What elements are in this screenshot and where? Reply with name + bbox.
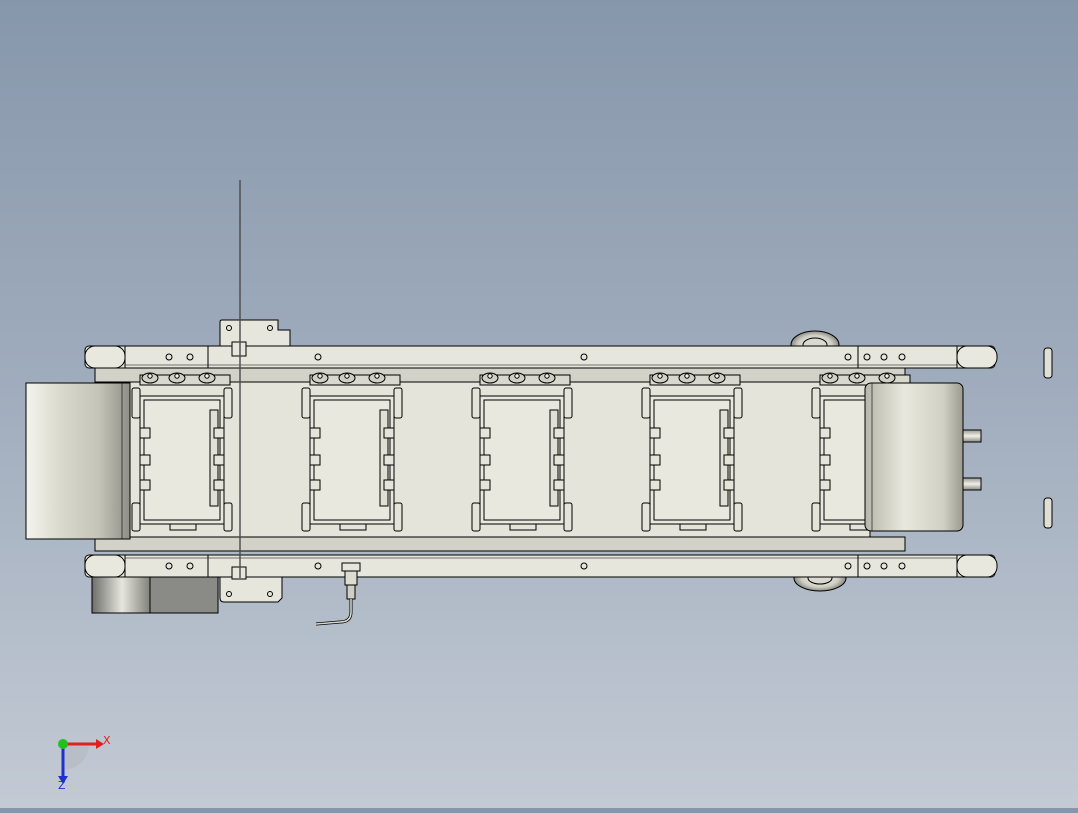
drive-motor: [91, 576, 219, 614]
pin-top: [1043, 347, 1053, 379]
frame-rail-bottom: [84, 554, 998, 578]
cad-viewport[interactable]: X Z: [0, 0, 1078, 808]
drive-drum-left: [25, 382, 131, 540]
shaft-stubs: [962, 429, 982, 491]
carrier-module: [641, 372, 743, 532]
orientation-triad: X Z: [58, 734, 111, 792]
carrier-module: [471, 372, 573, 532]
x-axis-label: X: [103, 734, 111, 747]
chain-strip-bottom: [94, 536, 906, 552]
tail-drum-right: [864, 382, 964, 532]
frame-rail-top: [84, 345, 998, 369]
carrier-module: [131, 372, 233, 532]
conveyor-model[interactable]: [25, 180, 1053, 626]
carrier-module: [301, 372, 403, 532]
z-axis-label: Z: [58, 779, 66, 792]
pin-bottom: [1043, 497, 1053, 529]
